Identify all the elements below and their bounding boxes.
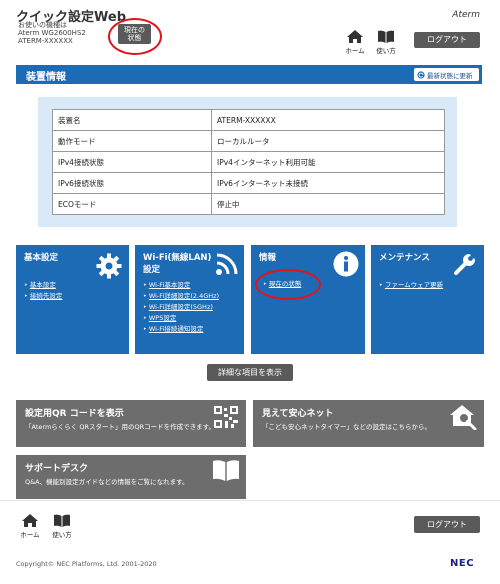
- refresh-icon: [417, 70, 425, 79]
- link-firmware-update[interactable]: ファームウェア更新: [379, 280, 443, 291]
- book-icon: [378, 30, 394, 43]
- device-info-table: 装置名 ATERM-XXXXXX 動作モード ローカルルータ IPv4接続状態 IPv…: [52, 109, 445, 215]
- device-name: ATERM-XXXXXX: [18, 37, 73, 45]
- info-value: IPv4インターネット利用可能: [211, 151, 445, 173]
- model-name: Aterm WG2600HS2: [18, 29, 86, 37]
- logout-button[interactable]: ログアウト: [414, 32, 480, 48]
- link-wifi-24ghz[interactable]: Wi-Fi詳細設定(2.4GHz): [143, 291, 219, 302]
- info-key: IPv6接続状態: [52, 172, 212, 194]
- box-description: Q&A、機能別設定ガイドなどの情報をご覧になれます。: [25, 478, 189, 486]
- house-search-icon: [450, 405, 477, 430]
- home-label: ホーム: [345, 47, 365, 55]
- info-key: 装置名: [52, 109, 212, 131]
- link-wps[interactable]: WPS設定: [143, 313, 176, 324]
- refresh-label: 最新状態に更新: [427, 71, 473, 80]
- section-title: 装置情報: [26, 72, 66, 83]
- footer-divider: [0, 500, 500, 501]
- footer-logout-button[interactable]: ログアウト: [414, 516, 480, 533]
- help-label: 使い方: [376, 47, 396, 55]
- info-value: IPv6インターネット未接続: [211, 172, 445, 194]
- gear-icon: [96, 253, 122, 279]
- qr-code-icon: [214, 406, 238, 428]
- info-key: 動作モード: [52, 130, 212, 152]
- show-detail-button[interactable]: 詳細な項目を表示: [207, 364, 293, 381]
- link-wifi-basic[interactable]: Wi-Fi基本設定: [143, 280, 191, 291]
- wrench-icon: [454, 254, 475, 275]
- qr-code-box[interactable]: 設定用QR コードを表示 「Atermらくらく QRスタート」用のQRコードを作…: [16, 400, 246, 447]
- tile-maintenance: メンテナンス ファームウェア更新: [371, 245, 484, 354]
- book-icon: [54, 514, 70, 527]
- info-value: ATERM-XXXXXX: [211, 109, 445, 131]
- footer-help-button[interactable]: 使い方: [50, 514, 74, 539]
- tile-information: 情報 現在の状態: [251, 245, 365, 354]
- footer-home-button[interactable]: ホーム: [18, 514, 42, 539]
- wifi-icon: [216, 253, 238, 275]
- refresh-button[interactable]: 最新状態に更新: [414, 68, 479, 81]
- info-key: IPv4接続状態: [52, 151, 212, 173]
- tile-title-line2: 設定: [143, 265, 161, 275]
- home-icon: [347, 30, 363, 43]
- home-button[interactable]: ホーム: [343, 30, 367, 55]
- tile-title: 情報: [259, 253, 277, 263]
- tile-title: Wi-Fi(無線LAN): [143, 253, 212, 263]
- link-wifi-5ghz[interactable]: Wi-Fi詳細設定(5GHz): [143, 302, 213, 313]
- support-desk-box[interactable]: サポートデスク Q&A、機能別設定ガイドなどの情報をご覧になれます。: [16, 455, 246, 499]
- info-icon: [333, 251, 359, 277]
- copyright: Copyright© NEC Platforms, Ltd. 2001-2020: [16, 560, 157, 568]
- help-button[interactable]: 使い方: [374, 30, 398, 55]
- highlight-circle: [255, 269, 321, 300]
- tile-wifi-settings: Wi-Fi(無線LAN) 設定 Wi-Fi基本設定 Wi-Fi詳細設定(2.4G…: [135, 245, 244, 354]
- home-icon: [22, 514, 38, 527]
- table-row: IPv6接続状態 IPv6インターネット未接続: [52, 172, 445, 194]
- box-title: 設定用QR コードを表示: [25, 409, 124, 419]
- book-icon: [213, 460, 239, 481]
- info-key: ECOモード: [52, 193, 212, 215]
- link-wifi-notify[interactable]: Wi-Fi接続通知設定: [143, 324, 204, 335]
- highlight-circle: [108, 18, 162, 55]
- mieru-anshin-box[interactable]: 見えて安心ネット 「こども安心ネットタイマー」などの設定はこちらから。: [253, 400, 484, 447]
- section-bar: [16, 65, 482, 84]
- tile-title: 基本設定: [24, 253, 59, 263]
- help-label: 使い方: [52, 531, 72, 539]
- home-label: ホーム: [20, 531, 40, 539]
- model-label: お使いの機種は: [18, 21, 67, 29]
- link-connection-settings[interactable]: 接続先設定: [24, 291, 63, 302]
- nec-logo: NEC: [450, 558, 475, 569]
- table-row: ECOモード 停止中: [52, 193, 445, 215]
- tile-basic-settings: 基本設定 基本設定 接続先設定: [16, 245, 129, 354]
- box-title: サポートデスク: [25, 464, 89, 474]
- table-row: 動作モード ローカルルータ: [52, 130, 445, 152]
- table-row: IPv4接続状態 IPv4インターネット利用可能: [52, 151, 445, 173]
- box-description: 「Atermらくらく QRスタート」用のQRコードを作成できます。: [25, 423, 215, 431]
- info-value: ローカルルータ: [211, 130, 445, 152]
- table-row: 装置名 ATERM-XXXXXX: [52, 109, 445, 131]
- aterm-logo: Aterm: [452, 10, 480, 20]
- link-basic-settings[interactable]: 基本設定: [24, 280, 56, 291]
- info-value: 停止中: [211, 193, 445, 215]
- tile-title: メンテナンス: [379, 253, 430, 263]
- box-title: 見えて安心ネット: [262, 409, 334, 419]
- box-description: 「こども安心ネットタイマー」などの設定はこちらから。: [262, 423, 431, 431]
